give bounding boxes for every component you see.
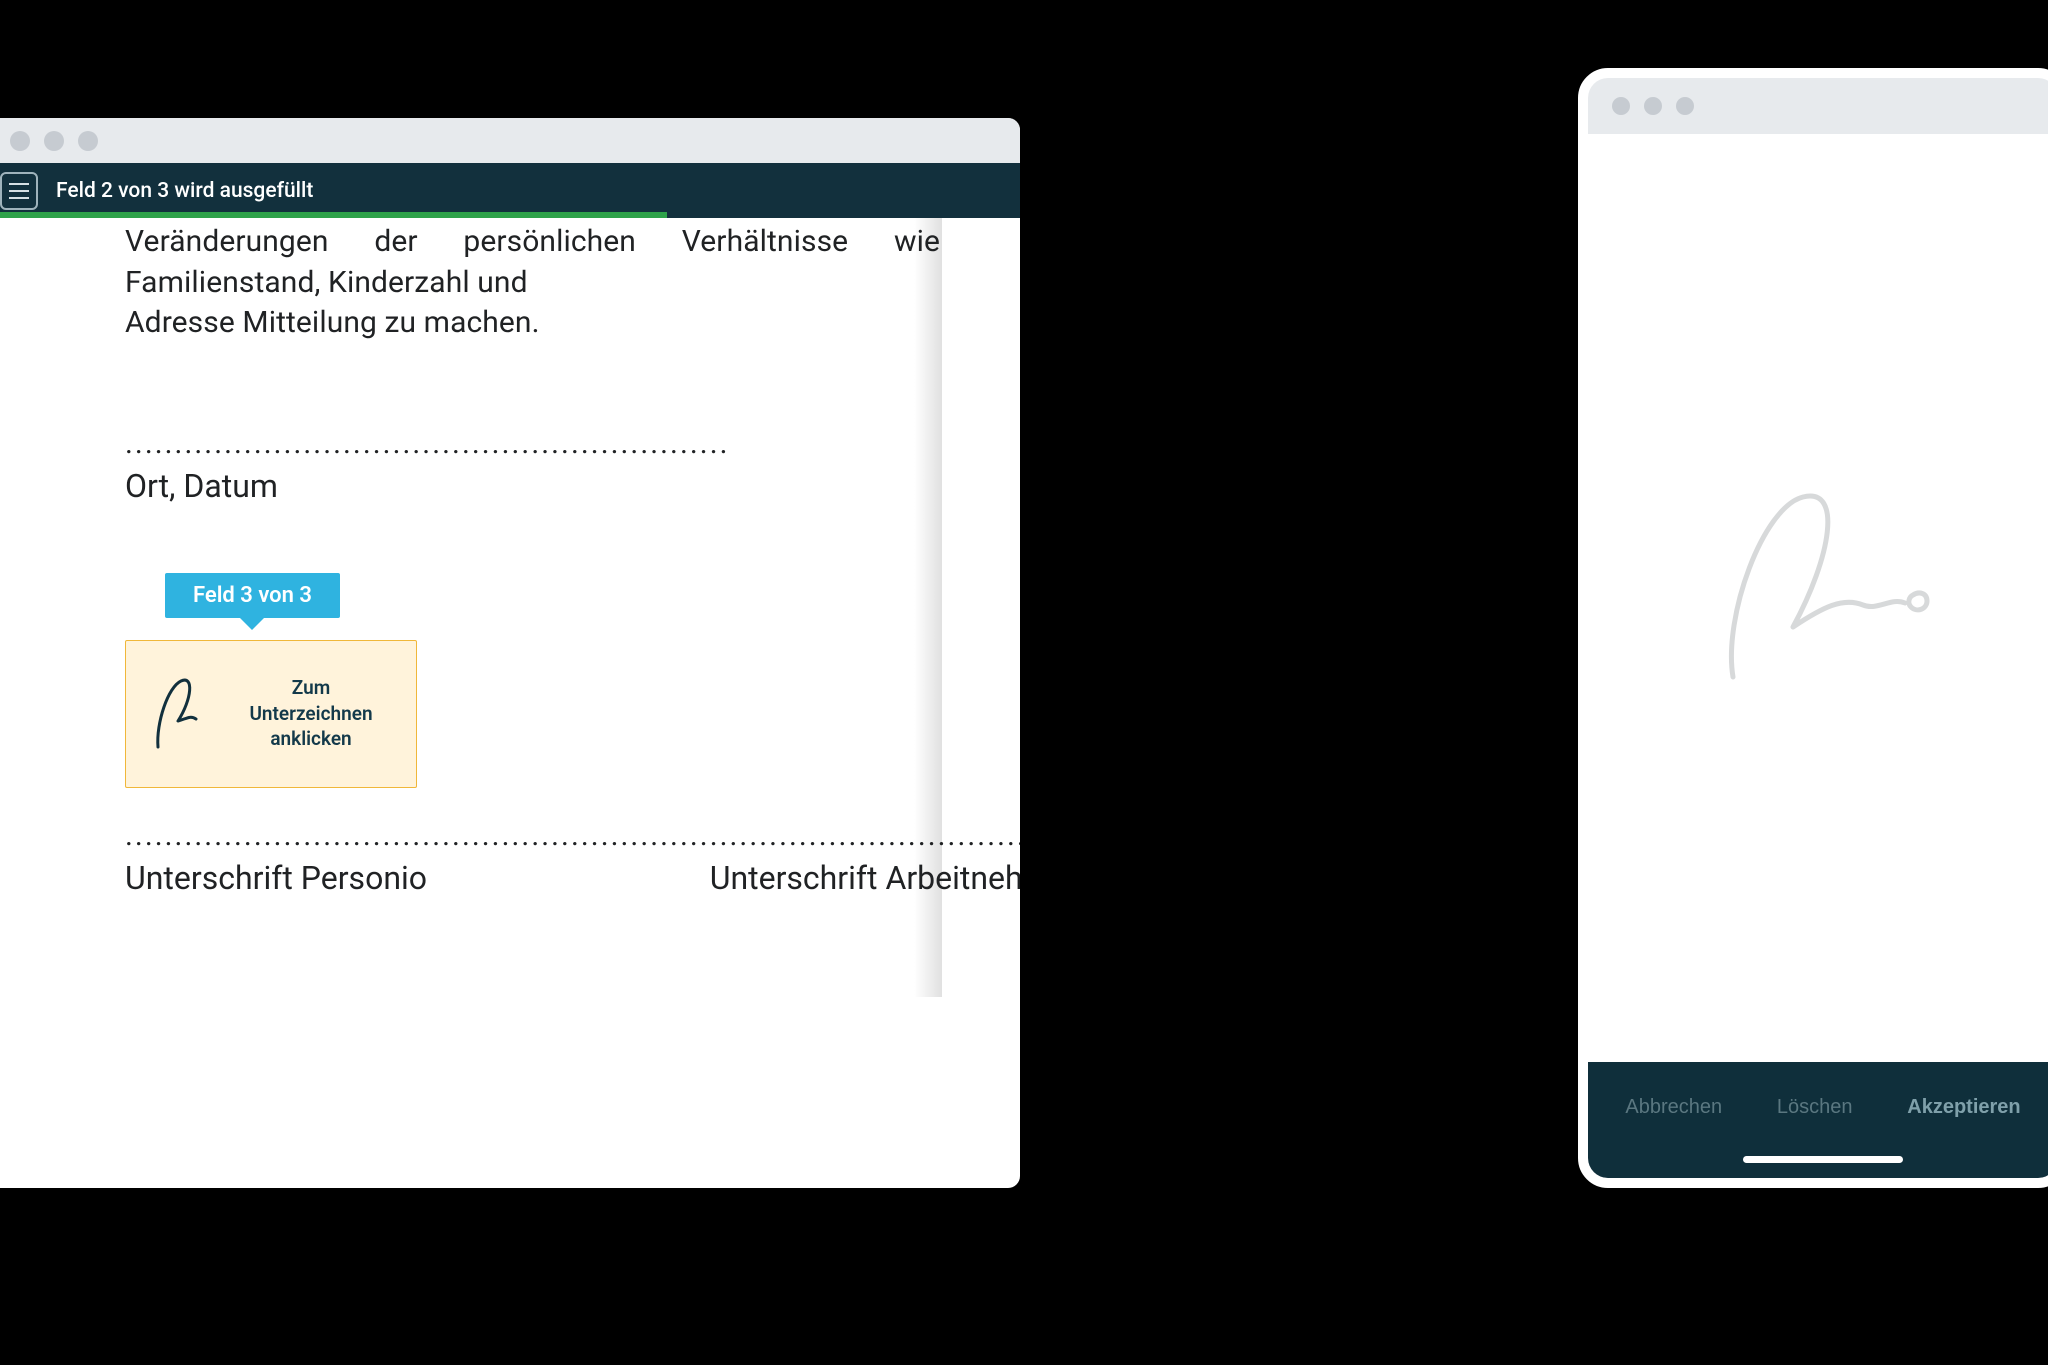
document-viewport[interactable]: Veränderungen der persönlichen Verhältni… bbox=[0, 218, 1020, 997]
signature-dots-left: ........................................… bbox=[125, 818, 710, 853]
traffic-light-close-icon[interactable] bbox=[1612, 97, 1630, 115]
traffic-light-close-icon[interactable] bbox=[10, 131, 30, 151]
mobile-action-bar: Abbrechen Löschen Akzeptieren bbox=[1588, 1062, 2048, 1152]
signature-lines-row: ........................................… bbox=[125, 818, 940, 897]
document-page: Veränderungen der persönlichen Verhältni… bbox=[125, 218, 940, 897]
desktop-app-window: Feld 2 von 3 wird ausgefüllt Veränderung… bbox=[0, 118, 1020, 1188]
drawn-signature-icon bbox=[1693, 477, 1953, 697]
signature-field[interactable]: Zum Unterzeichnen anklicken bbox=[125, 640, 417, 788]
traffic-light-zoom-icon[interactable] bbox=[1676, 97, 1694, 115]
cancel-button[interactable]: Abbrechen bbox=[1625, 1096, 1722, 1119]
signing-progress-text: Feld 2 von 3 wird ausgefüllt bbox=[56, 179, 313, 203]
field-indicator-bubble: Feld 3 von 3 bbox=[165, 573, 340, 618]
signature-field-label: Zum Unterzeichnen anklicken bbox=[228, 675, 394, 752]
signature-draw-canvas[interactable] bbox=[1588, 134, 2048, 1062]
menu-button[interactable] bbox=[0, 172, 38, 210]
clear-button[interactable]: Löschen bbox=[1777, 1096, 1853, 1119]
traffic-light-min-icon[interactable] bbox=[1644, 97, 1662, 115]
signature-icon bbox=[148, 669, 204, 759]
contract-body: Veränderungen der persönlichen Verhältni… bbox=[125, 222, 940, 344]
mobile-titlebar bbox=[1588, 78, 2048, 134]
traffic-light-zoom-icon[interactable] bbox=[78, 131, 98, 151]
signature-caption-right: Unterschrift Arbeitnehmer/-in bbox=[710, 859, 1020, 897]
accept-button[interactable]: Akzeptieren bbox=[1907, 1096, 2020, 1119]
contract-body-line: Veränderungen der persönlichen Verhältni… bbox=[125, 222, 940, 303]
signature-dots-right: ........................................… bbox=[710, 818, 1020, 853]
mobile-signature-panel: Abbrechen Löschen Akzeptieren bbox=[1578, 68, 2048, 1188]
traffic-light-min-icon[interactable] bbox=[44, 131, 64, 151]
place-date-dots: ........................................… bbox=[125, 426, 940, 461]
place-date-label: Ort, Datum bbox=[125, 467, 940, 505]
desktop-titlebar bbox=[0, 118, 1020, 163]
signature-caption-left: Unterschrift Personio bbox=[125, 859, 710, 897]
home-indicator bbox=[1588, 1152, 2048, 1166]
signing-toolbar: Feld 2 von 3 wird ausgefüllt bbox=[0, 163, 1020, 218]
contract-body-line: Adresse Mitteilung zu machen. bbox=[125, 303, 940, 344]
